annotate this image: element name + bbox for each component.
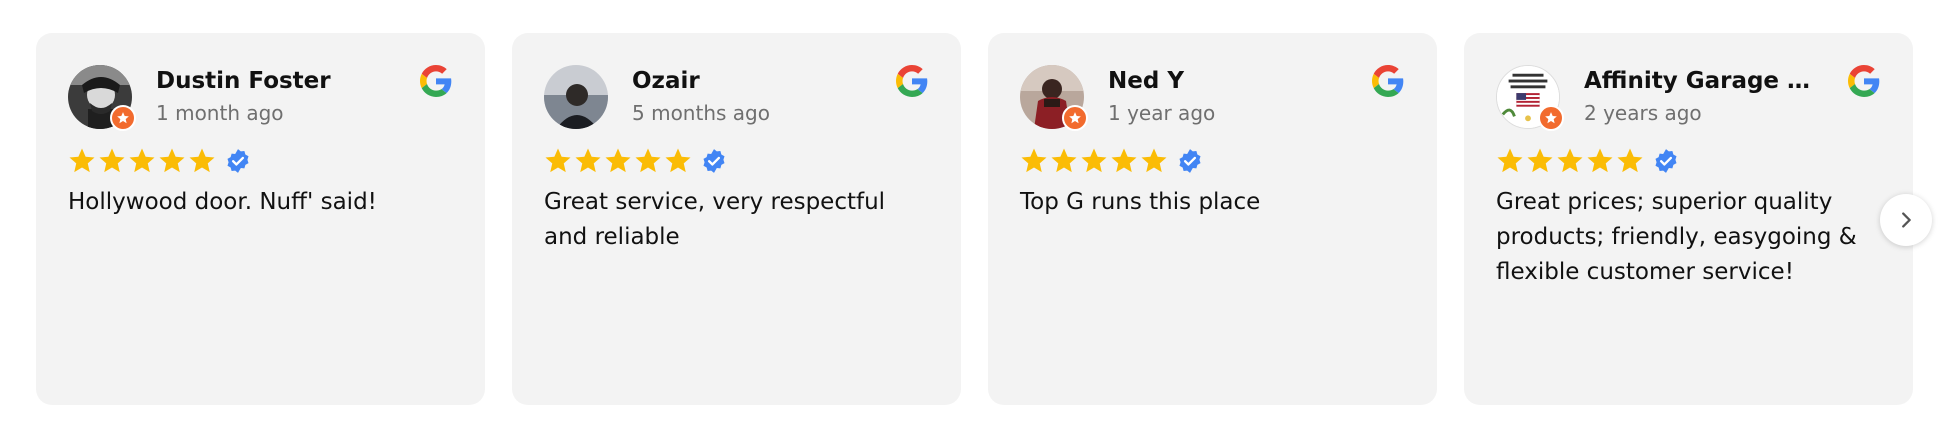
review-time: 5 months ago (632, 101, 770, 125)
local-guide-badge-icon (1062, 105, 1088, 131)
verified-badge-icon (1179, 149, 1201, 173)
review-text: Hollywood door. Nuff' said! (68, 189, 377, 215)
star-icon (1557, 148, 1583, 173)
review-text: Great prices; superior quality products;… (1496, 189, 1857, 285)
verified-badge-icon (703, 149, 725, 173)
star-icon (1497, 148, 1523, 173)
star-icon (1617, 148, 1643, 173)
star-icon (1111, 148, 1137, 173)
star-rating (1019, 144, 1203, 178)
star-icon (1081, 148, 1107, 173)
review-time: 1 month ago (156, 101, 284, 125)
review-time: 2 years ago (1584, 101, 1702, 125)
star-icon (1141, 148, 1167, 173)
reviewer-name[interactable]: Dustin Foster (156, 65, 391, 97)
google-icon (1848, 65, 1880, 97)
star-icon (189, 148, 215, 173)
review-time: 1 year ago (1108, 101, 1216, 125)
star-icon (159, 148, 185, 173)
reviewer-name[interactable]: Ozair (632, 65, 867, 97)
star-rating (1495, 144, 1679, 178)
avatar (1496, 65, 1564, 131)
avatar (544, 65, 608, 129)
star-icon (635, 148, 661, 173)
star-icon (1527, 148, 1553, 173)
google-icon (896, 65, 928, 97)
google-icon (420, 65, 452, 97)
verified-badge-icon (1655, 149, 1677, 173)
avatar (68, 65, 136, 131)
star-icon (129, 148, 155, 173)
verified-badge-icon (227, 149, 249, 173)
review-text: Top G runs this place (1020, 189, 1261, 215)
local-guide-badge-icon (110, 105, 136, 131)
star-icon (665, 148, 691, 173)
chevron-right-icon (1902, 212, 1911, 228)
star-icon (575, 148, 601, 173)
review-card: Dustin Foster 1 month ago Hollywood door… (36, 33, 485, 405)
avatar (1020, 65, 1088, 131)
star-icon (99, 148, 125, 173)
star-icon (1587, 148, 1613, 173)
review-card: Ozair 5 months ago Great service, very r… (512, 33, 961, 405)
local-guide-badge-icon (1538, 105, 1564, 131)
reviewer-name[interactable]: Ned Y (1108, 65, 1343, 97)
review-card: Affinity Garage Doo… 2 years ago Great p… (1464, 33, 1913, 405)
star-rating (67, 144, 251, 178)
star-rating (543, 144, 727, 178)
star-icon (545, 148, 571, 173)
star-icon (605, 148, 631, 173)
next-button[interactable] (1880, 194, 1932, 246)
google-icon (1372, 65, 1404, 97)
star-icon (69, 148, 95, 173)
review-text: Great service, very respectful and relia… (544, 189, 886, 250)
star-icon (1021, 148, 1047, 173)
review-card: Ned Y 1 year ago Top G runs this place (988, 33, 1437, 405)
avatar-image (544, 65, 608, 129)
reviewer-name[interactable]: Affinity Garage Doo… (1584, 65, 1819, 97)
reviews-carousel: Dustin Foster 1 month ago Hollywood door… (36, 33, 1913, 405)
star-icon (1051, 148, 1077, 173)
